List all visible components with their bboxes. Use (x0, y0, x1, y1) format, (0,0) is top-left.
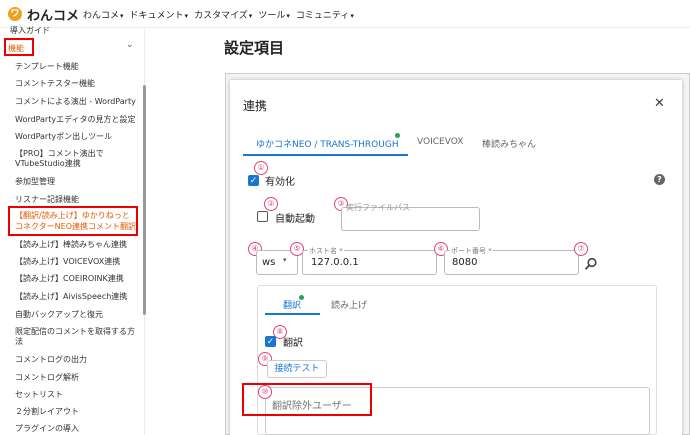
help-icon[interactable]: ? (654, 174, 665, 185)
port-label: ポート番号 * (450, 246, 493, 256)
close-icon[interactable]: ✕ (654, 96, 665, 111)
sidebar-item-participation[interactable]: 参加型管理 (15, 176, 55, 187)
translate-label: 翻訳 (283, 338, 303, 349)
tab-bouyomi[interactable]: 棒読みちゃん (482, 137, 536, 150)
nav-item-community[interactable]: コミュニティ▾ (296, 8, 354, 21)
sidebar-item-comment-tester[interactable]: コメントテスター機能 (15, 78, 95, 89)
tab-active-indicator (243, 154, 408, 156)
sidebar-scrollbar[interactable] (143, 85, 146, 315)
chevron-down-icon: ▾ (350, 12, 354, 20)
autostart-checkbox[interactable] (257, 211, 268, 222)
app-title[interactable]: わんコメ (27, 5, 79, 24)
page-title: 設定項目 (224, 39, 285, 57)
sidebar-item-log-analysis[interactable]: コメントログ解析 (15, 372, 79, 383)
sidebar-item-plugin[interactable]: プラグインの導入 (15, 423, 79, 434)
enabled-label: 有効化 (265, 177, 295, 188)
protocol-value: ws (262, 257, 276, 268)
sidebar-item-backup[interactable]: 自動バックアップと復元 (15, 309, 103, 320)
nav-item-customize[interactable]: カスタマイズ▾ (194, 8, 252, 21)
enabled-checkbox[interactable]: ✓ (248, 175, 259, 186)
highlight-box-yukarinette (8, 206, 138, 236)
connection-test-button[interactable]: 接続テスト (267, 360, 327, 378)
sidebar-item-setlist[interactable]: セットリスト (15, 389, 63, 400)
chevron-down-icon: ▾ (184, 12, 189, 20)
subtab-active-indicator (265, 313, 320, 315)
top-bar: ワ わんコメ わんコメ▾ ドキュメント▾ カスタマイズ▾ ツール▾ コミュニティ… (0, 0, 690, 28)
nav-item-tools[interactable]: ツール▾ (258, 8, 290, 21)
status-dot-icon (395, 133, 400, 138)
translate-checkbox[interactable]: ✓ (265, 336, 276, 347)
sidebar-item-limited-2[interactable]: 法 (15, 336, 23, 347)
status-dot-icon (299, 295, 304, 300)
sidebar-item-wordparty[interactable]: コメントによる演出 - WordParty (15, 96, 136, 107)
top-nav: わんコメ▾ ドキュメント▾ カスタマイズ▾ ツール▾ コミュニティ▾ (83, 8, 354, 21)
chevron-down-icon: ▾ (248, 12, 253, 20)
sidebar-item-split-layout[interactable]: ２分割レイアウト (15, 406, 79, 417)
sidebar-item-listener-log[interactable]: リスナー記録機能 (15, 194, 79, 205)
tab-yukacone[interactable]: ゆかコネNEO / TRANS-THROUGH (256, 137, 399, 150)
port-value: 8080 (452, 257, 478, 268)
sidebar-item-coeiroink[interactable]: 【読み上げ】COEIROINK連携 (15, 273, 124, 284)
nav-item-wancome[interactable]: わんコメ▾ (83, 8, 124, 21)
chevron-down-icon[interactable]: ⌄ (126, 40, 134, 50)
sidebar-item-pro-vts-2[interactable]: VTubeStudio連携 (15, 158, 81, 169)
logo-icon[interactable]: ワ (8, 7, 22, 21)
sidebar-item-limited-1[interactable]: 限定配信のコメントを取得する方 (15, 326, 135, 337)
sidebar-item-wordparty-editor[interactable]: WordPartyエディタの見方と設定 (15, 114, 136, 125)
marker-7: ⑦ (574, 242, 588, 256)
sidebar-item-guide[interactable]: 導入ガイド (10, 25, 50, 36)
sidebar-item-voicevox[interactable]: 【読み上げ】VOICEVOX連携 (15, 256, 120, 267)
dialog-title: 連携 (243, 99, 268, 113)
chevron-down-icon: ▾ (286, 12, 290, 20)
highlight-box-exclude-users (242, 383, 372, 416)
highlight-box-features (4, 38, 34, 56)
sidebar-item-log-export[interactable]: コメントログの出力 (15, 354, 87, 365)
host-label: ホスト名 * (308, 246, 344, 256)
autostart-label: 自動起動 (275, 214, 315, 225)
sidebar-item-aivis[interactable]: 【読み上げ】AivisSpeech連携 (15, 291, 127, 302)
sidebar-item-template[interactable]: テンプレート機能 (15, 61, 79, 72)
sidebar-item-bouyomi[interactable]: 【読み上げ】棒読みちゃん連携 (15, 239, 127, 250)
tab-voicevox[interactable]: VOICEVOX (417, 137, 463, 147)
nav-item-docs[interactable]: ドキュメント▾ (130, 8, 189, 21)
exe-path-placeholder: 実行ファイルパス (346, 203, 410, 212)
subtab-speech[interactable]: 読み上げ (331, 298, 367, 311)
chevron-down-icon: ▾ (120, 12, 124, 20)
marker-2: ② (264, 197, 278, 211)
sidebar-item-wordparty-tool[interactable]: WordPartyポン出しツール (15, 131, 112, 142)
chevron-down-icon: ▾ (283, 256, 287, 264)
subtab-translate[interactable]: 翻訳 (283, 298, 301, 311)
host-value: 127.0.0.1 (311, 257, 359, 268)
search-icon[interactable] (584, 257, 598, 271)
